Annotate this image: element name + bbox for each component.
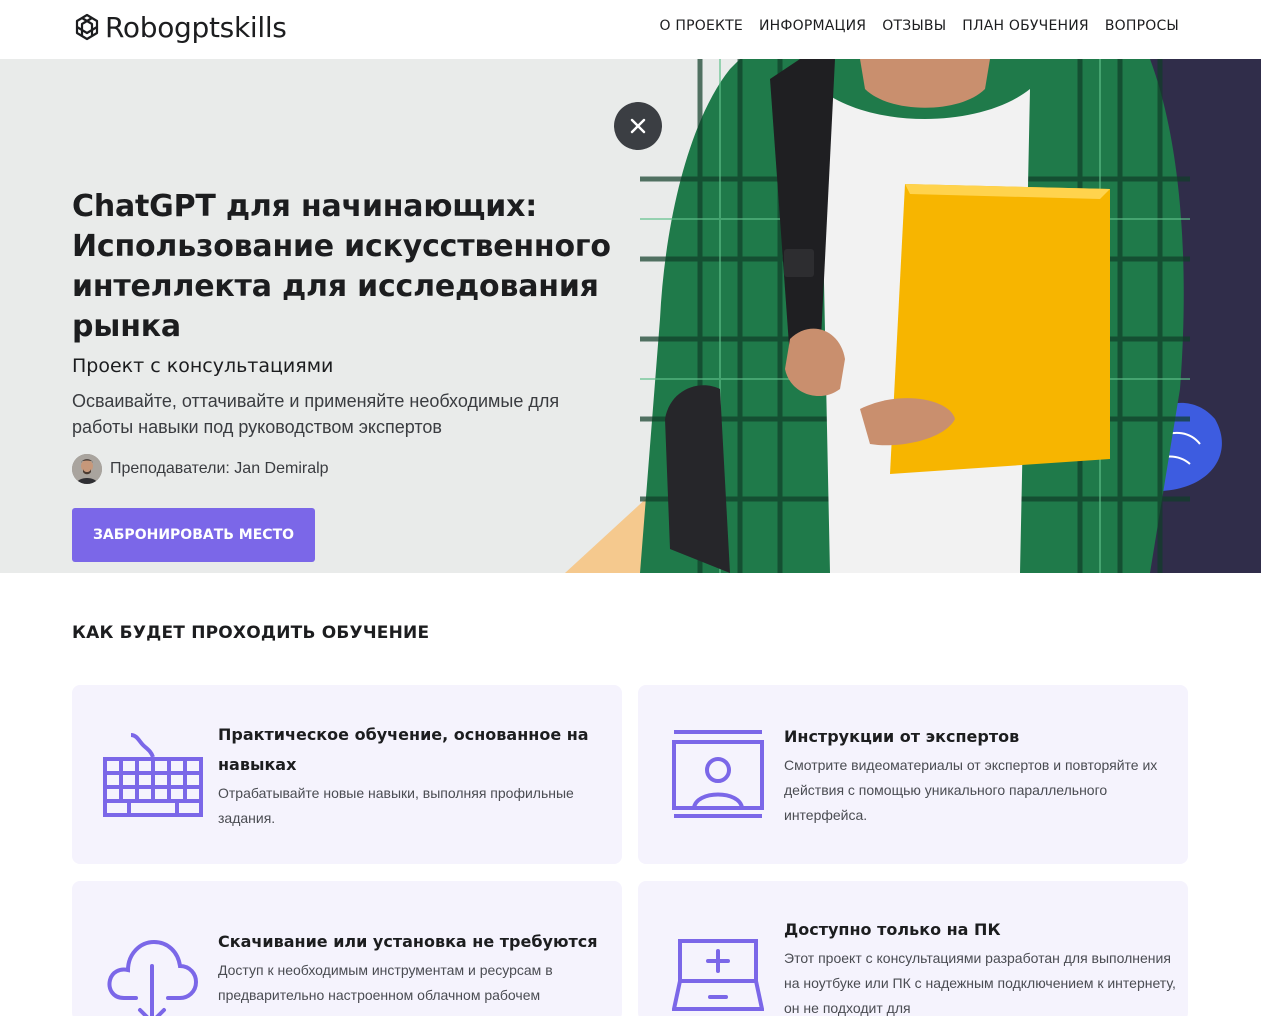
logo[interactable]: Robogptskills xyxy=(71,11,287,44)
feature-card-text: Отрабатывайте новые навыки, выполняя про… xyxy=(218,785,574,826)
nav-reviews[interactable]: ОТЗЫВЫ xyxy=(882,18,946,34)
close-button[interactable] xyxy=(614,102,662,150)
instructor-label: Преподаватели: Jan Demiralp xyxy=(110,460,329,477)
nav-info[interactable]: ИНФОРМАЦИЯ xyxy=(759,18,866,34)
video-instructor-icon xyxy=(672,730,764,818)
cloud-download-icon xyxy=(107,939,198,1016)
hero-description: Осваивайте, оттачивайте и применяйте нео… xyxy=(72,391,560,437)
nav-about[interactable]: О ПРОЕКТЕ xyxy=(660,18,743,34)
computer-icon xyxy=(672,939,764,1011)
site-header: Robogptskills О ПРОЕКТЕ ИНФОРМАЦИЯ ОТЗЫВ… xyxy=(0,0,1261,59)
feature-card-title: Практическое обучение, основанное на нав… xyxy=(218,725,589,774)
avatar[interactable] xyxy=(72,454,102,484)
feature-card-title: Доступно только на ПК xyxy=(784,920,1001,939)
feature-card-title: Скачивание или установка не требуются xyxy=(218,932,598,951)
close-icon xyxy=(630,118,646,134)
feature-card-title: Инструкции от экспертов xyxy=(784,727,1020,746)
logo-text: Robogptskills xyxy=(105,11,287,44)
feature-card-text: Смотрите видеоматериалы от экспертов и п… xyxy=(784,757,1158,823)
nav-plan[interactable]: ПЛАН ОБУЧЕНИЯ xyxy=(962,18,1089,34)
feature-card-pc-only: Доступно только на ПК Этот проект с конс… xyxy=(638,881,1188,1016)
page-title: ChatGPT для начинающих: Использование ис… xyxy=(72,189,611,344)
feature-card-no-install: Скачивание или установка не требуются До… xyxy=(72,881,622,1016)
openai-logo-icon xyxy=(75,13,99,40)
feature-card-text: Этот проект с консультациями разработан … xyxy=(784,950,1176,1016)
main-nav: О ПРОЕКТЕ ИНФОРМАЦИЯ ОТЗЫВЫ ПЛАН ОБУЧЕНИ… xyxy=(660,18,1179,34)
section-title: КАК БУДЕТ ПРОХОДИТЬ ОБУЧЕНИЕ xyxy=(72,623,430,643)
keyboard-icon xyxy=(103,733,203,817)
hero-banner: ChatGPT для начинающих: Использование ис… xyxy=(0,59,1261,573)
feature-card-practice: Практическое обучение, основанное на нав… xyxy=(72,685,622,864)
book-seat-button[interactable]: ЗАБРОНИРОВАТЬ МЕСТО xyxy=(72,508,315,562)
instructor-info: Преподаватели: Jan Demiralp xyxy=(72,454,329,484)
instructor-photo-icon xyxy=(72,454,102,484)
feature-card-experts: Инструкции от экспертов Смотрите видеома… xyxy=(638,685,1188,864)
feature-card-text: Доступ к необходимым инструментам и ресу… xyxy=(218,962,553,1003)
hero-subtitle: Проект с консультациями xyxy=(72,355,334,377)
nav-faq[interactable]: ВОПРОСЫ xyxy=(1105,18,1179,34)
